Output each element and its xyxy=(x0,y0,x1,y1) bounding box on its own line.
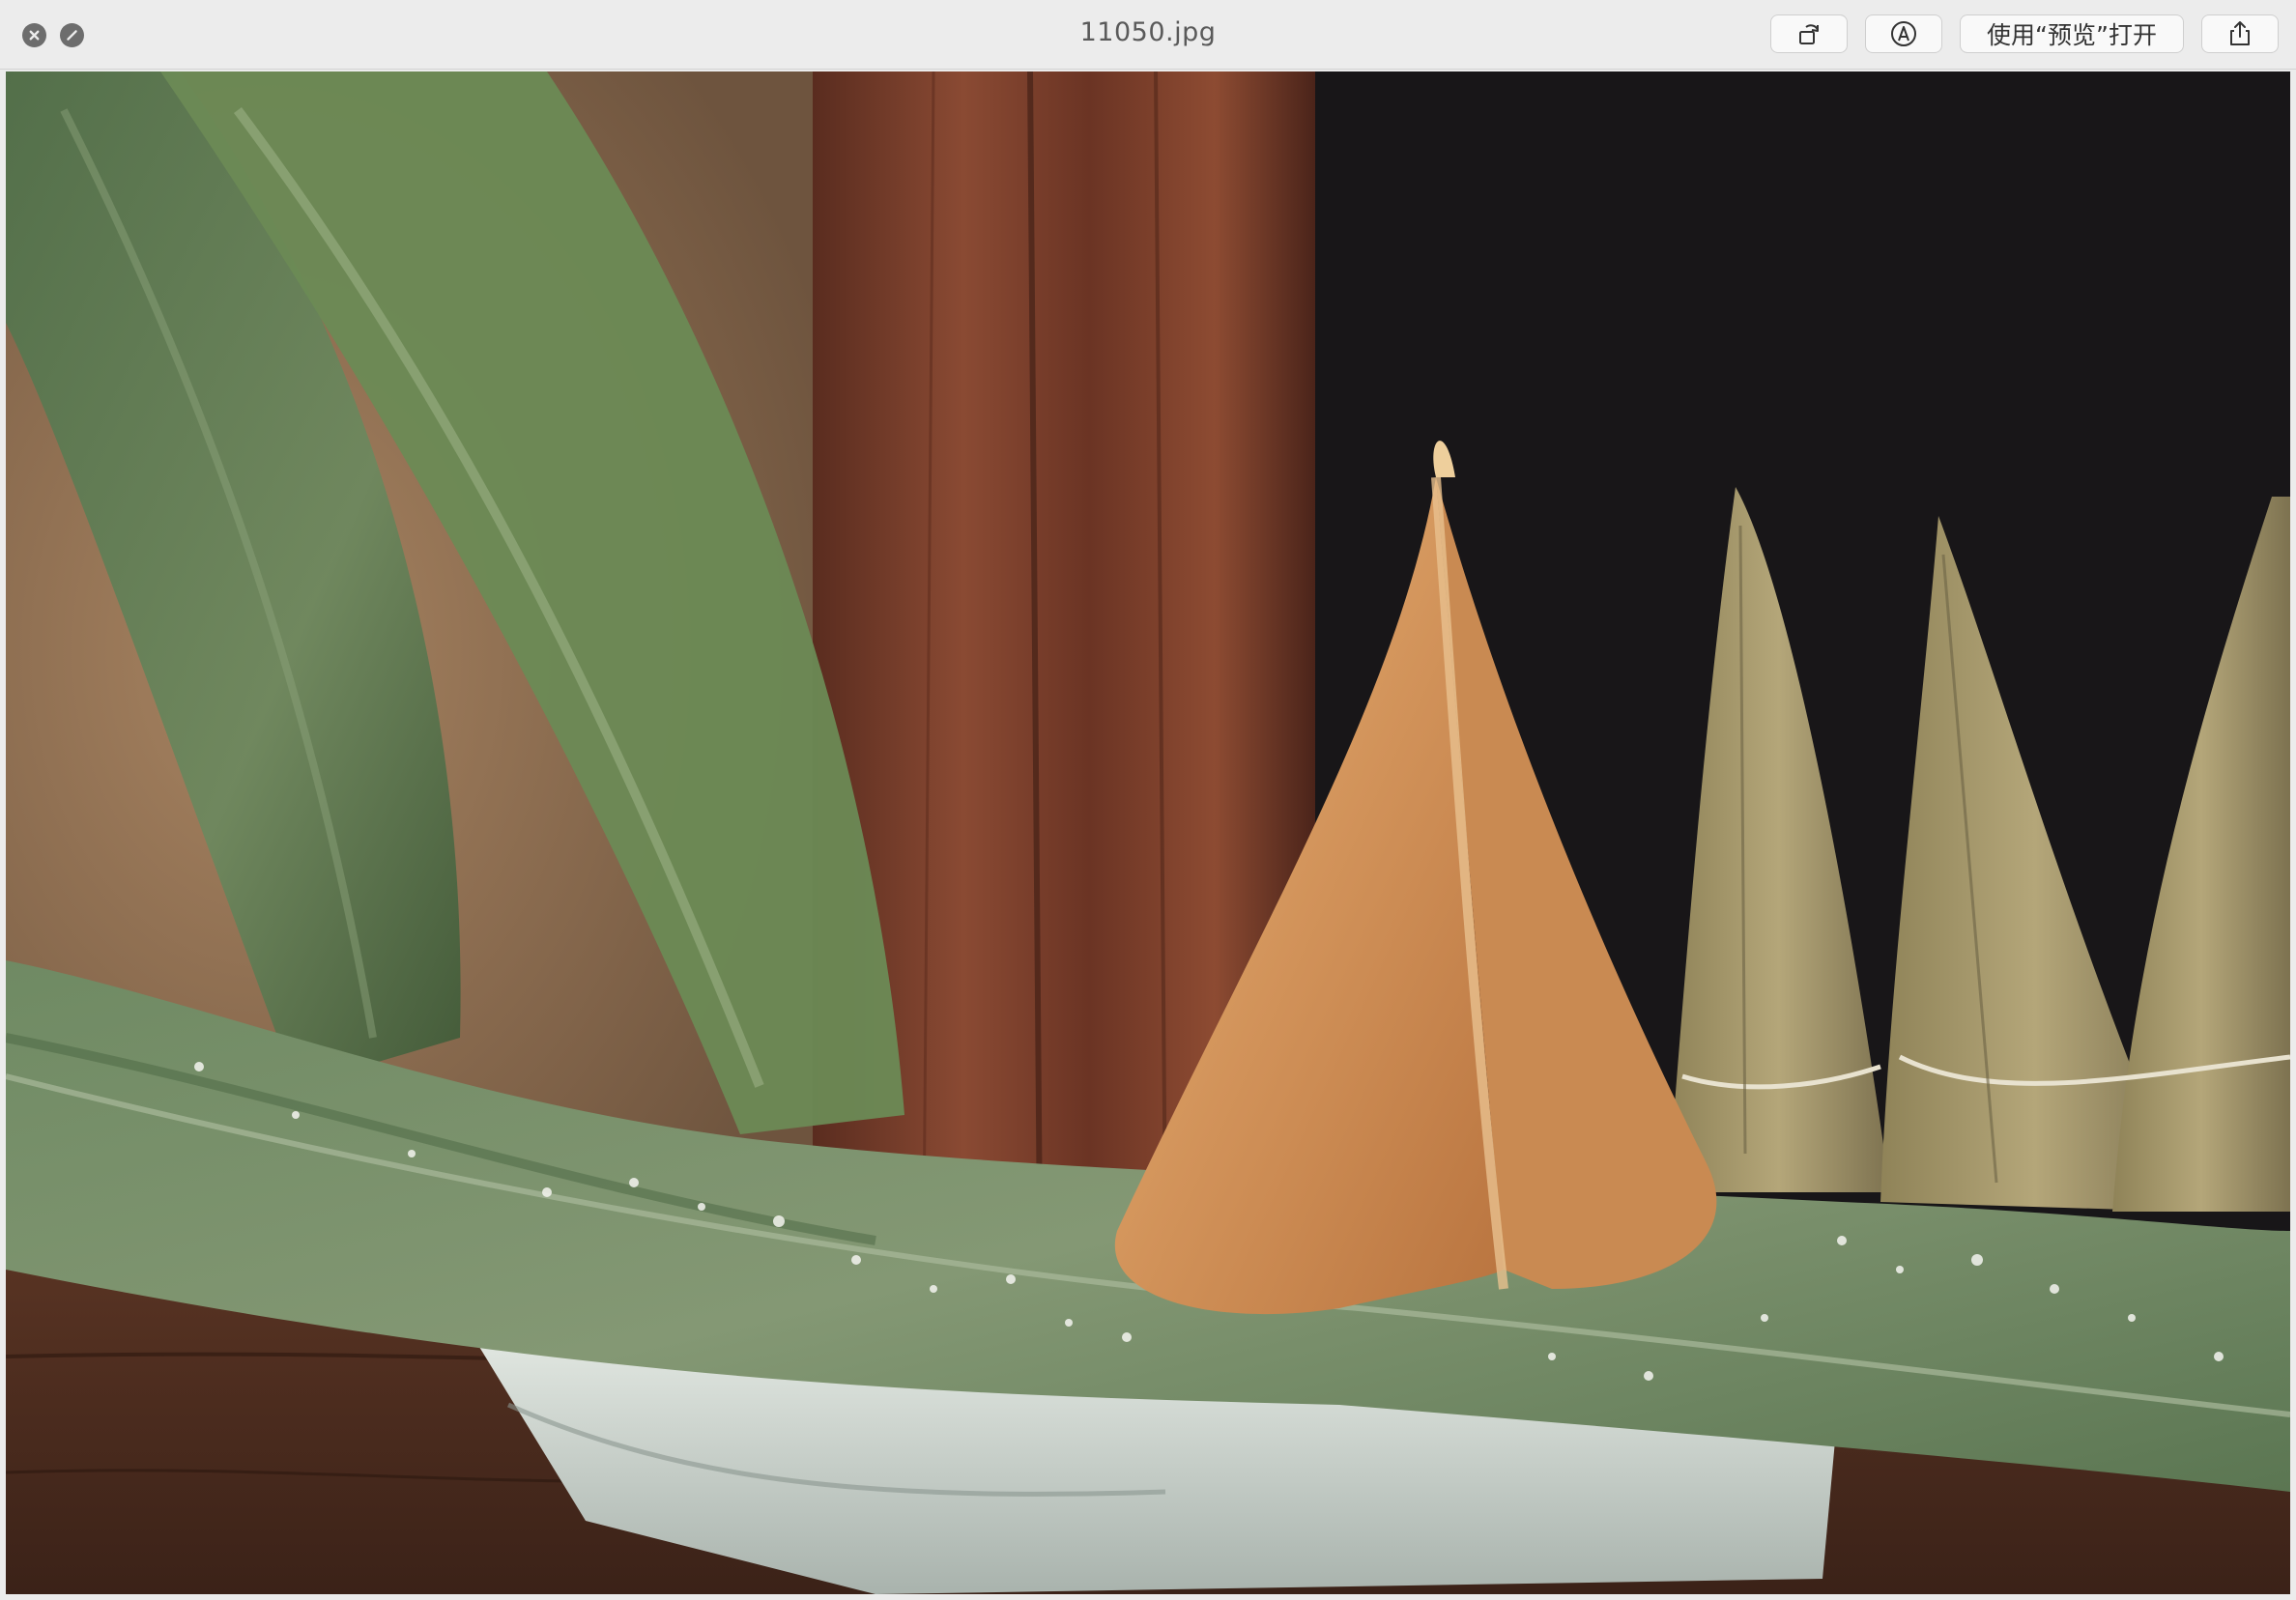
close-button[interactable] xyxy=(22,23,46,47)
window-title: 11050.jpg xyxy=(1079,17,1217,47)
rotate-button[interactable] xyxy=(1770,14,1848,53)
rotate-icon xyxy=(1799,24,1819,44)
fullscreen-button[interactable] xyxy=(60,23,84,47)
image-preview xyxy=(6,71,2290,1594)
markup-button[interactable] xyxy=(1865,14,1942,53)
fullscreen-icon xyxy=(67,30,77,41)
share-button[interactable] xyxy=(2201,14,2279,53)
quick-look-window: 11050.jpg 使用“预览”打开 xyxy=(0,0,2296,1600)
open-with-preview-button[interactable]: 使用“预览”打开 xyxy=(1960,14,2184,53)
markup-icon xyxy=(1891,21,1916,46)
zongzi-photo xyxy=(6,71,2290,1594)
title-bar: 11050.jpg 使用“预览”打开 xyxy=(0,0,2296,70)
close-icon xyxy=(29,30,40,41)
share-icon xyxy=(2230,21,2250,45)
